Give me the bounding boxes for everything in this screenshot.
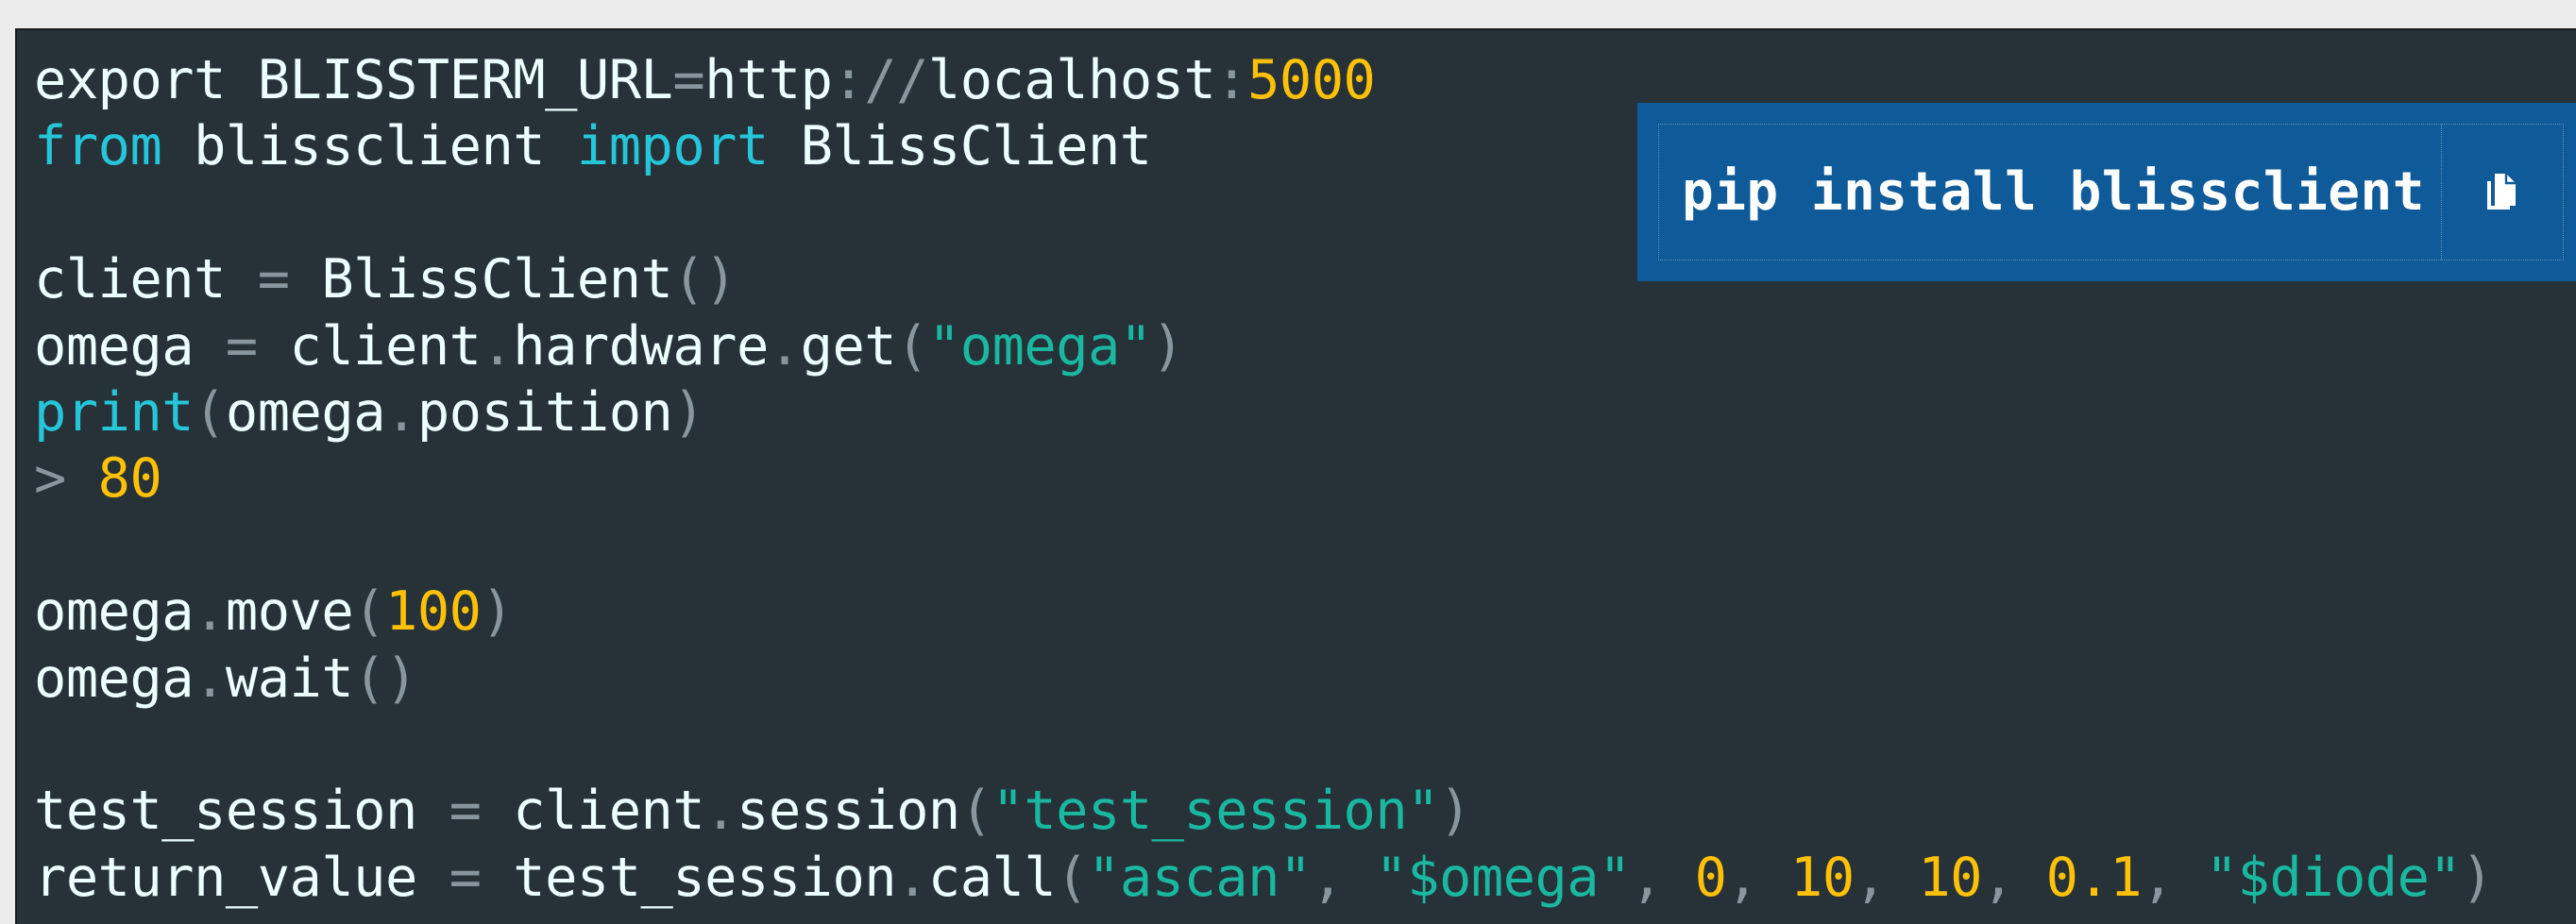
code-token: . [194,580,226,644]
code-token: () [353,647,417,710]
code-token: ) [1151,314,1184,378]
code-line: omega = client.hardware.get("omega") [34,313,2493,379]
code-token: () [672,248,737,311]
code-token: . [481,314,514,378]
code-line: return_value = test_session.call("ascan"… [34,845,2494,911]
code-token: client [481,780,705,843]
code-token: ( [353,580,386,644]
code-token: omega [34,580,195,644]
code-token: BlissClient [768,115,1152,178]
code-token: omega [34,314,226,378]
install-snippet: pip install blissclient [1637,103,2576,281]
code-token: 0 [1694,846,1727,909]
code-token: import [576,115,769,178]
code-token: . [896,846,928,909]
install-command: pip install blissclient [1682,161,2425,223]
code-token: ( [896,314,928,378]
code-token: "$diode" [2205,846,2462,909]
code-token: omega [34,647,195,710]
code-token: = [672,49,705,111]
code-token: // [864,49,928,111]
code-token: = [225,314,258,378]
code-token: http [704,49,833,111]
code-token: 10 [1790,846,1855,909]
code-token: ) [2461,846,2494,909]
code-token: = [257,248,290,311]
code-token: . [194,647,226,710]
code-token: position [416,380,673,444]
code-line: > 80 [34,445,2493,512]
code-token: get [800,314,897,378]
code-token: call [927,846,1057,909]
code-token: "ascan" [1088,846,1312,909]
code-token: 100 [385,580,482,644]
code-token: export BLISSTERM_URL [34,49,673,111]
code-token: , [1981,846,2046,909]
code-token: move [225,580,354,644]
code-token: , [1854,846,1919,909]
code-token: ) [672,380,705,444]
code-token: ) [1438,780,1471,843]
code-token: , [2142,846,2206,909]
code-line: omega.move(100) [34,579,2493,645]
code-token: client [257,314,482,378]
copy-button[interactable] [2441,125,2563,260]
code-token: 10 [1918,846,1982,909]
code-token: , [1630,846,1695,909]
code-token: BlissClient [289,248,673,311]
code-token: 80 [97,447,162,511]
copy-icon [2487,173,2516,210]
code-token: session [737,780,960,843]
code-token: . [385,380,417,444]
code-token: ) [481,580,514,644]
code-token: "$omega" [1375,846,1631,909]
code-token: = [449,780,482,843]
code-token: "omega" [927,314,1152,378]
code-token: print [34,380,195,444]
code-token: localhost [927,49,1216,111]
install-snippet-inner: pip install blissclient [1658,124,2564,260]
code-token: ( [959,780,992,843]
code-token: , [1311,846,1376,909]
code-token: . [768,314,801,378]
code-token: from [34,115,162,178]
code-token: ( [194,380,226,444]
code-token: > [34,447,66,511]
code-token: 5000 [1247,49,1376,111]
code-token: omega [225,380,386,444]
code-token: blissclient [161,115,577,178]
code-token: test_session [481,846,897,909]
code-line: omega.wait() [34,646,2493,712]
code-token: : [832,49,865,111]
code-token: wait [225,647,354,710]
code-token: : [1215,49,1248,111]
code-line: test_session = client.session("test_sess… [34,778,2493,844]
code-token: . [704,780,737,843]
code-token: = [449,846,482,909]
code-token: , [1726,846,1791,909]
code-token: hardware [513,314,769,378]
code-token: client [34,248,258,311]
code-token: test_session [34,780,449,843]
code-panel: export BLISSTERM_URL=http://localhost:50… [15,28,2576,924]
code-token: return_value [34,846,449,909]
code-line: print(omega.position) [34,379,2493,445]
code-token: 0.1 [2045,846,2143,909]
code-token: "test_session" [991,780,1440,843]
code-token: ( [1056,846,1089,909]
